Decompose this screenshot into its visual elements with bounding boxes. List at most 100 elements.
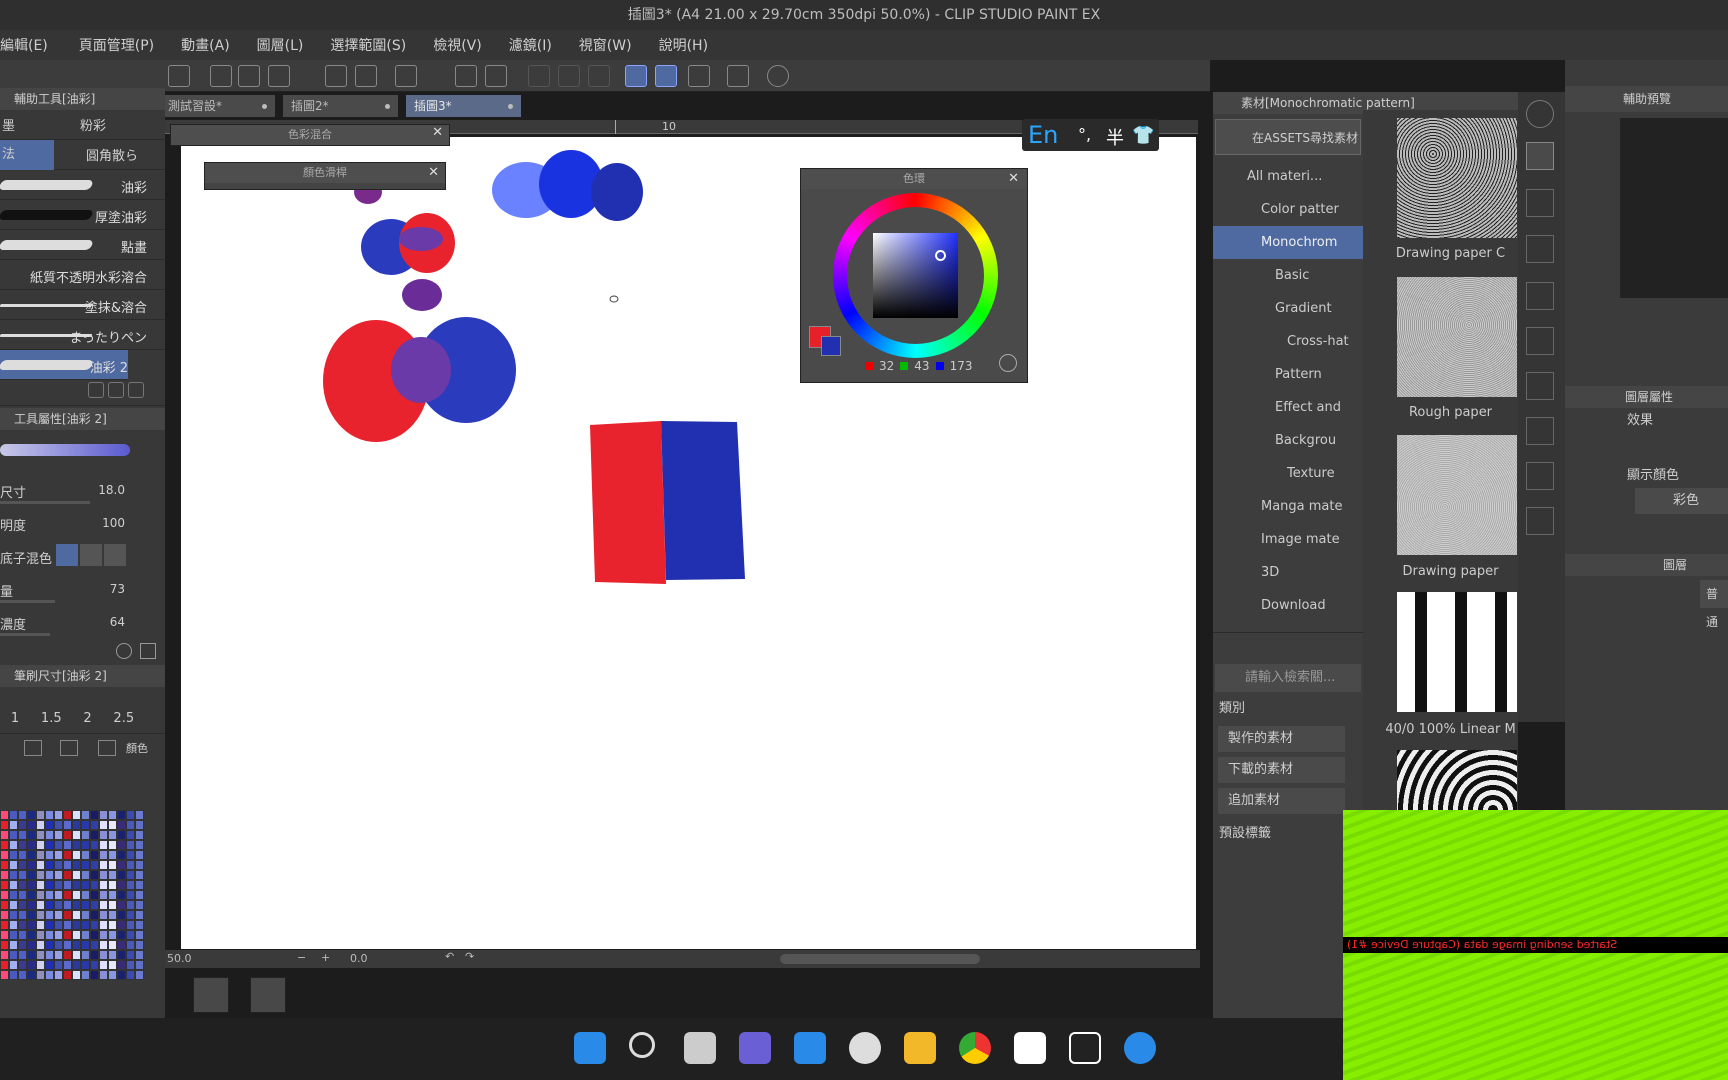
color-swatch[interactable] (135, 860, 144, 870)
color-swatch[interactable] (54, 970, 63, 980)
color-swatch[interactable] (72, 870, 81, 880)
color-swatch[interactable] (135, 920, 144, 930)
app-icon[interactable] (1124, 1032, 1156, 1064)
brush-item[interactable]: 厚塗油彩 (0, 200, 165, 230)
color-swatch[interactable] (27, 940, 36, 950)
color-mode-select[interactable]: 彩色 (1635, 488, 1728, 514)
color-swatch[interactable] (126, 840, 135, 850)
color-swatch[interactable] (126, 880, 135, 890)
color-swatch[interactable] (108, 950, 117, 960)
color-swatch[interactable] (81, 930, 90, 940)
color-swatch[interactable] (36, 950, 45, 960)
color-swatch[interactable] (126, 960, 135, 970)
color-swatch[interactable] (81, 950, 90, 960)
navigator-icon[interactable] (193, 977, 229, 1013)
color-swatch[interactable] (54, 920, 63, 930)
close-icon[interactable]: ✕ (432, 125, 443, 140)
color-swatch[interactable] (0, 960, 9, 970)
drawing-canvas[interactable] (181, 137, 1196, 949)
prop-slider[interactable] (0, 633, 50, 636)
horizontal-scrollbar[interactable] (780, 954, 980, 964)
color-swatch[interactable] (117, 950, 126, 960)
color-swatch[interactable] (126, 820, 135, 830)
color-swatch[interactable] (135, 820, 144, 830)
color-swatch[interactable] (126, 910, 135, 920)
size-preset[interactable]: 1.5 (41, 711, 62, 726)
color-swatch[interactable] (90, 900, 99, 910)
color-swatch[interactable] (108, 920, 117, 930)
color-swatch[interactable] (90, 950, 99, 960)
color-swatch[interactable] (108, 860, 117, 870)
color-swatch[interactable] (63, 890, 72, 900)
color-swatch[interactable] (0, 910, 9, 920)
color-swatch[interactable] (9, 860, 18, 870)
color-swatch[interactable] (9, 880, 18, 890)
panel-icon[interactable] (1526, 417, 1554, 445)
brush-item[interactable]: 點畫 (0, 230, 165, 260)
color-swatch[interactable] (63, 870, 72, 880)
color-swatch[interactable] (18, 820, 27, 830)
material-thumb[interactable] (1397, 277, 1517, 397)
category-button[interactable]: 追加素材 (1218, 788, 1345, 814)
color-set-tab-icon[interactable] (98, 740, 116, 756)
color-swatch[interactable] (63, 970, 72, 980)
prop-blend[interactable]: 底子混色 (0, 540, 165, 573)
color-swatch[interactable] (72, 940, 81, 950)
color-swatch[interactable] (90, 910, 99, 920)
color-swatch[interactable] (54, 940, 63, 950)
material-tree-item[interactable]: Monochrom (1213, 226, 1363, 259)
blend-mode-icon[interactable] (80, 544, 102, 566)
color-swatch[interactable] (117, 840, 126, 850)
color-swatch[interactable] (117, 830, 126, 840)
panel-icon[interactable] (1526, 372, 1554, 400)
trash-icon[interactable] (128, 382, 145, 398)
color-swatch[interactable] (45, 820, 54, 830)
color-swatch[interactable] (117, 880, 126, 890)
color-swatch[interactable] (54, 860, 63, 870)
color-swatch[interactable] (135, 940, 144, 950)
color-swatch[interactable] (135, 950, 144, 960)
color-swatch[interactable] (135, 840, 144, 850)
hue-ring[interactable] (833, 193, 998, 358)
material-search-input[interactable]: 請輸入檢索關... (1215, 664, 1361, 692)
color-swatch[interactable] (54, 850, 63, 860)
color-swatch[interactable] (18, 920, 27, 930)
snap-grid-icon[interactable] (688, 65, 710, 87)
copy-icon[interactable] (108, 382, 125, 398)
material-tree-item[interactable]: 3D (1213, 556, 1363, 589)
color-swatch[interactable] (9, 820, 18, 830)
color-swatch[interactable] (126, 830, 135, 840)
color-swatch[interactable] (36, 900, 45, 910)
color-swatch[interactable] (99, 960, 108, 970)
open-file-icon[interactable] (238, 65, 260, 87)
color-swatch[interactable] (81, 960, 90, 970)
menu-help[interactable]: 說明(H) (659, 35, 708, 55)
angle-value[interactable]: 0.0 (350, 952, 368, 965)
color-swatch[interactable] (9, 810, 18, 820)
close-dot-icon[interactable] (385, 104, 390, 109)
transform-icon[interactable] (485, 65, 507, 87)
help-icon[interactable] (767, 65, 789, 87)
color-swatch[interactable] (36, 970, 45, 980)
color-swatch[interactable] (108, 960, 117, 970)
color-swatch[interactable] (99, 890, 108, 900)
color-swatch[interactable] (81, 880, 90, 890)
prop-density[interactable]: 濃度 64 (0, 606, 165, 639)
material-tree-item[interactable]: Image mate (1213, 523, 1363, 556)
color-swatch[interactable] (27, 970, 36, 980)
color-swatch[interactable] (18, 890, 27, 900)
color-swatch[interactable] (36, 960, 45, 970)
color-swatch[interactable] (18, 860, 27, 870)
color-swatch[interactable] (135, 880, 144, 890)
undo-icon[interactable] (325, 65, 347, 87)
color-swatch[interactable] (27, 900, 36, 910)
color-swatch[interactable] (36, 880, 45, 890)
color-swatch[interactable] (63, 830, 72, 840)
rotate-left-icon[interactable]: ↶ (445, 950, 454, 963)
color-swatch[interactable] (81, 910, 90, 920)
color-swatch[interactable] (81, 890, 90, 900)
color-swatch[interactable] (36, 930, 45, 940)
color-swatch[interactable] (117, 910, 126, 920)
chrome-icon[interactable] (959, 1032, 991, 1064)
color-swatch[interactable] (54, 950, 63, 960)
